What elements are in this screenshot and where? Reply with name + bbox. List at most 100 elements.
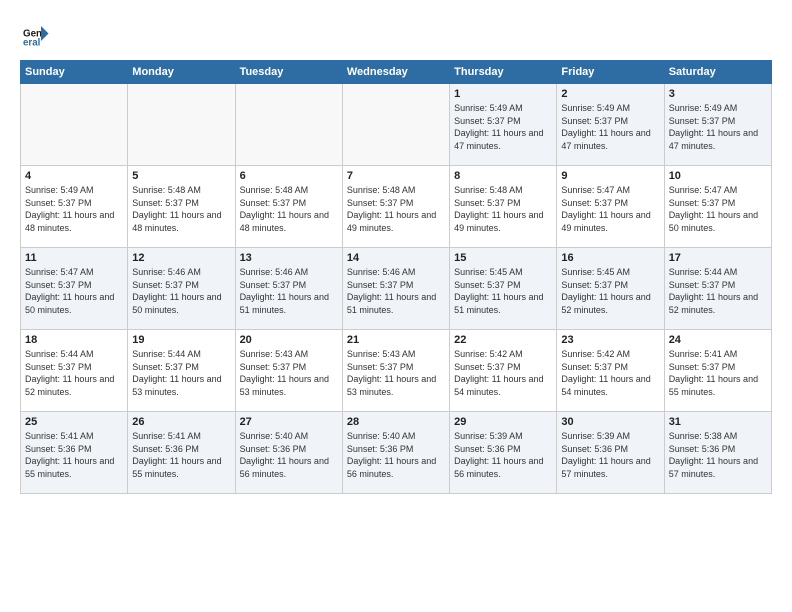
calendar-week-3: 11 Sunrise: 5:47 AMSunset: 5:37 PMDayligh… bbox=[21, 248, 772, 330]
calendar-cell: 6 Sunrise: 5:48 AMSunset: 5:37 PMDaylight… bbox=[235, 166, 342, 248]
day-info: Sunrise: 5:48 AMSunset: 5:37 PMDaylight:… bbox=[347, 184, 445, 234]
day-number: 25 bbox=[25, 416, 123, 428]
day-number: 22 bbox=[454, 334, 552, 346]
calendar-cell: 13 Sunrise: 5:46 AMSunset: 5:37 PMDayligh… bbox=[235, 248, 342, 330]
day-info: Sunrise: 5:47 AMSunset: 5:37 PMDaylight:… bbox=[25, 266, 123, 316]
day-number: 6 bbox=[240, 170, 338, 182]
day-number: 19 bbox=[132, 334, 230, 346]
day-info: Sunrise: 5:44 AMSunset: 5:37 PMDaylight:… bbox=[669, 266, 767, 316]
day-number: 14 bbox=[347, 252, 445, 264]
day-info: Sunrise: 5:49 AMSunset: 5:37 PMDaylight:… bbox=[669, 102, 767, 152]
day-info: Sunrise: 5:47 AMSunset: 5:37 PMDaylight:… bbox=[561, 184, 659, 234]
calendar-cell: 20 Sunrise: 5:43 AMSunset: 5:37 PMDayligh… bbox=[235, 330, 342, 412]
calendar-cell: 2 Sunrise: 5:49 AMSunset: 5:37 PMDaylight… bbox=[557, 84, 664, 166]
day-info: Sunrise: 5:41 AMSunset: 5:36 PMDaylight:… bbox=[25, 430, 123, 480]
calendar-cell: 11 Sunrise: 5:47 AMSunset: 5:37 PMDayligh… bbox=[21, 248, 128, 330]
weekday-header-row: SundayMondayTuesdayWednesdayThursdayFrid… bbox=[21, 61, 772, 84]
calendar-body: 1Sunrise: 5:49 AMSunset: 5:37 PMDaylight… bbox=[21, 84, 772, 494]
logo-icon: Gen eral bbox=[20, 20, 50, 50]
day-number: 28 bbox=[347, 416, 445, 428]
day-info: Sunrise: 5:41 AMSunset: 5:37 PMDaylight:… bbox=[669, 348, 767, 398]
day-number: 3 bbox=[669, 88, 767, 100]
day-number: 2 bbox=[561, 88, 659, 100]
calendar-cell: 16 Sunrise: 5:45 AMSunset: 5:37 PMDayligh… bbox=[557, 248, 664, 330]
calendar-cell: 5Sunrise: 5:48 AMSunset: 5:37 PMDaylight… bbox=[128, 166, 235, 248]
weekday-header-friday: Friday bbox=[557, 61, 664, 84]
day-number: 18 bbox=[25, 334, 123, 346]
day-number: 23 bbox=[561, 334, 659, 346]
day-number: 26 bbox=[132, 416, 230, 428]
calendar-cell: 28 Sunrise: 5:40 AMSunset: 5:36 PMDayligh… bbox=[342, 412, 449, 494]
day-info: Sunrise: 5:46 AMSunset: 5:37 PMDaylight:… bbox=[240, 266, 338, 316]
day-info: Sunrise: 5:43 AMSunset: 5:37 PMDaylight:… bbox=[347, 348, 445, 398]
day-info: Sunrise: 5:48 AMSunset: 5:37 PMDaylight:… bbox=[132, 184, 230, 234]
day-number: 15 bbox=[454, 252, 552, 264]
day-info: Sunrise: 5:40 AMSunset: 5:36 PMDaylight:… bbox=[347, 430, 445, 480]
day-number: 10 bbox=[669, 170, 767, 182]
svg-text:eral: eral bbox=[23, 38, 41, 49]
day-number: 31 bbox=[669, 416, 767, 428]
day-number: 13 bbox=[240, 252, 338, 264]
day-number: 20 bbox=[240, 334, 338, 346]
calendar-cell: 1Sunrise: 5:49 AMSunset: 5:37 PMDaylight… bbox=[450, 84, 557, 166]
calendar-cell: 14 Sunrise: 5:46 AMSunset: 5:37 PMDayligh… bbox=[342, 248, 449, 330]
calendar-cell: 29Sunrise: 5:39 AMSunset: 5:36 PMDayligh… bbox=[450, 412, 557, 494]
day-info: Sunrise: 5:45 AMSunset: 5:37 PMDaylight:… bbox=[454, 266, 552, 316]
calendar-cell: 7Sunrise: 5:48 AMSunset: 5:37 PMDaylight… bbox=[342, 166, 449, 248]
calendar-cell bbox=[21, 84, 128, 166]
day-info: Sunrise: 5:44 AMSunset: 5:37 PMDaylight:… bbox=[132, 348, 230, 398]
day-info: Sunrise: 5:49 AMSunset: 5:37 PMDaylight:… bbox=[25, 184, 123, 234]
day-info: Sunrise: 5:47 AMSunset: 5:37 PMDaylight:… bbox=[669, 184, 767, 234]
day-info: Sunrise: 5:41 AMSunset: 5:36 PMDaylight:… bbox=[132, 430, 230, 480]
calendar-cell: 26 Sunrise: 5:41 AMSunset: 5:36 PMDayligh… bbox=[128, 412, 235, 494]
calendar-cell: 3 Sunrise: 5:49 AMSunset: 5:37 PMDaylight… bbox=[664, 84, 771, 166]
calendar-cell: 19 Sunrise: 5:44 AMSunset: 5:37 PMDayligh… bbox=[128, 330, 235, 412]
day-info: Sunrise: 5:46 AMSunset: 5:37 PMDaylight:… bbox=[132, 266, 230, 316]
calendar-cell: 25 Sunrise: 5:41 AMSunset: 5:36 PMDayligh… bbox=[21, 412, 128, 494]
calendar-cell: 8Sunrise: 5:48 AMSunset: 5:37 PMDaylight… bbox=[450, 166, 557, 248]
calendar-week-4: 18 Sunrise: 5:44 AMSunset: 5:37 PMDayligh… bbox=[21, 330, 772, 412]
calendar-cell: 15 Sunrise: 5:45 AMSunset: 5:37 PMDayligh… bbox=[450, 248, 557, 330]
day-info: Sunrise: 5:39 AMSunset: 5:36 PMDaylight:… bbox=[454, 430, 552, 480]
day-number: 21 bbox=[347, 334, 445, 346]
calendar-cell: 21 Sunrise: 5:43 AMSunset: 5:37 PMDayligh… bbox=[342, 330, 449, 412]
day-number: 4 bbox=[25, 170, 123, 182]
calendar-cell: 30 Sunrise: 5:39 AMSunset: 5:36 PMDayligh… bbox=[557, 412, 664, 494]
calendar-cell: 17 Sunrise: 5:44 AMSunset: 5:37 PMDayligh… bbox=[664, 248, 771, 330]
calendar-cell: 31Sunrise: 5:38 AMSunset: 5:36 PMDayligh… bbox=[664, 412, 771, 494]
day-number: 12 bbox=[132, 252, 230, 264]
day-number: 8 bbox=[454, 170, 552, 182]
header: Gen eral bbox=[20, 20, 772, 50]
day-info: Sunrise: 5:45 AMSunset: 5:37 PMDaylight:… bbox=[561, 266, 659, 316]
day-info: Sunrise: 5:49 AMSunset: 5:37 PMDaylight:… bbox=[561, 102, 659, 152]
weekday-header-tuesday: Tuesday bbox=[235, 61, 342, 84]
day-info: Sunrise: 5:44 AMSunset: 5:37 PMDaylight:… bbox=[25, 348, 123, 398]
calendar-cell: 9Sunrise: 5:47 AMSunset: 5:37 PMDaylight… bbox=[557, 166, 664, 248]
day-number: 17 bbox=[669, 252, 767, 264]
calendar-cell bbox=[235, 84, 342, 166]
day-info: Sunrise: 5:48 AMSunset: 5:37 PMDaylight:… bbox=[240, 184, 338, 234]
day-number: 16 bbox=[561, 252, 659, 264]
weekday-header-saturday: Saturday bbox=[664, 61, 771, 84]
day-info: Sunrise: 5:39 AMSunset: 5:36 PMDaylight:… bbox=[561, 430, 659, 480]
calendar-cell: 10 Sunrise: 5:47 AMSunset: 5:37 PMDayligh… bbox=[664, 166, 771, 248]
calendar-cell: 23Sunrise: 5:42 AMSunset: 5:37 PMDayligh… bbox=[557, 330, 664, 412]
calendar-cell: 4 Sunrise: 5:49 AMSunset: 5:37 PMDaylight… bbox=[21, 166, 128, 248]
day-number: 27 bbox=[240, 416, 338, 428]
weekday-header-wednesday: Wednesday bbox=[342, 61, 449, 84]
weekday-header-sunday: Sunday bbox=[21, 61, 128, 84]
calendar-week-1: 1Sunrise: 5:49 AMSunset: 5:37 PMDaylight… bbox=[21, 84, 772, 166]
calendar-cell: 12 Sunrise: 5:46 AMSunset: 5:37 PMDayligh… bbox=[128, 248, 235, 330]
logo[interactable]: Gen eral bbox=[20, 20, 52, 50]
calendar-cell bbox=[342, 84, 449, 166]
calendar-cell bbox=[128, 84, 235, 166]
calendar-cell: 18 Sunrise: 5:44 AMSunset: 5:37 PMDayligh… bbox=[21, 330, 128, 412]
day-number: 11 bbox=[25, 252, 123, 264]
day-info: Sunrise: 5:43 AMSunset: 5:37 PMDaylight:… bbox=[240, 348, 338, 398]
day-number: 30 bbox=[561, 416, 659, 428]
day-info: Sunrise: 5:46 AMSunset: 5:37 PMDaylight:… bbox=[347, 266, 445, 316]
calendar-week-2: 4 Sunrise: 5:49 AMSunset: 5:37 PMDaylight… bbox=[21, 166, 772, 248]
calendar-week-5: 25 Sunrise: 5:41 AMSunset: 5:36 PMDayligh… bbox=[21, 412, 772, 494]
day-info: Sunrise: 5:40 AMSunset: 5:36 PMDaylight:… bbox=[240, 430, 338, 480]
calendar-table: SundayMondayTuesdayWednesdayThursdayFrid… bbox=[20, 60, 772, 494]
